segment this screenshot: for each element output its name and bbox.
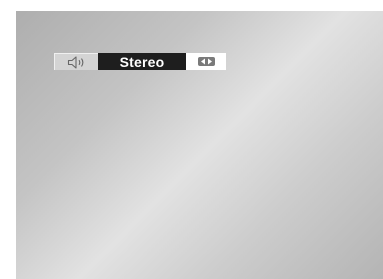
audio-mode-osd: Stereo (54, 53, 226, 70)
speaker-icon (67, 55, 83, 69)
mode-selector-box[interactable] (186, 53, 226, 70)
audio-mode-label[interactable]: Stereo (98, 53, 186, 70)
left-right-arrows-icon[interactable] (197, 57, 215, 66)
tv-screen: Stereo (16, 11, 383, 279)
speaker-icon-box (54, 53, 98, 70)
